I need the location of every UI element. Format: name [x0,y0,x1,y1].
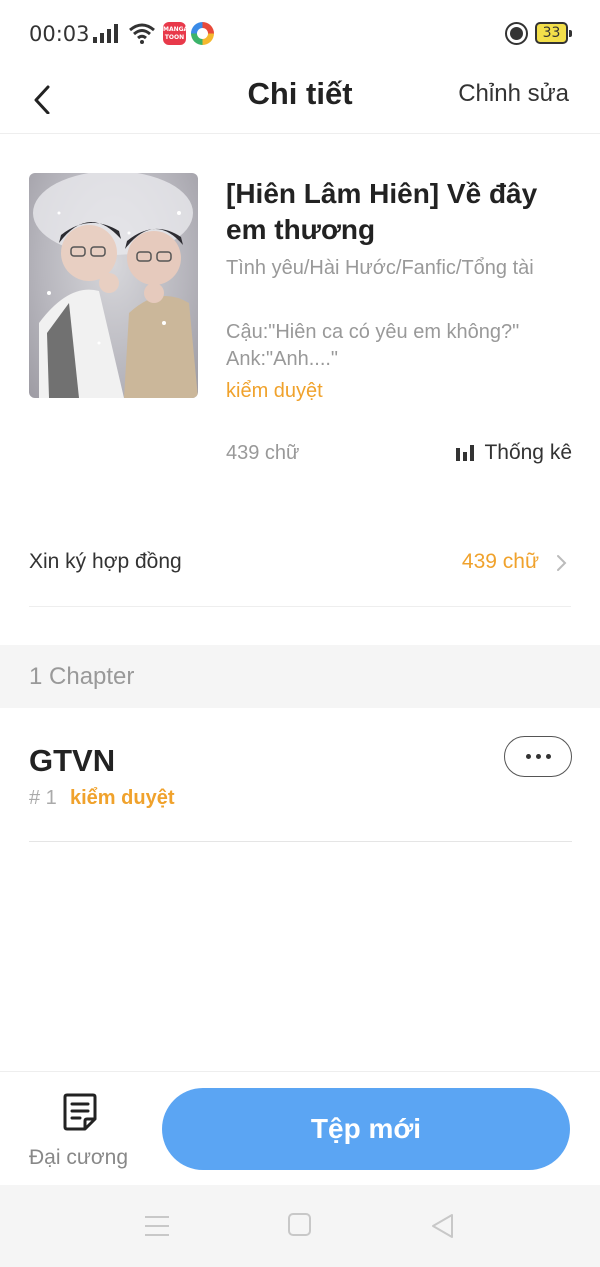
chapter-title: GTVN [29,743,116,778]
book-genres: Tình yêu/Hài Hước/Fanfic/Tổng tài [226,257,534,279]
cover-photo-illustration [33,173,198,398]
document-icon [63,1093,97,1131]
browser-app-icon [191,22,214,45]
edit-button[interactable]: Chỉnh sửa [458,80,569,108]
book-word-count: 439 chữ [226,442,300,464]
bar-chart-icon [456,445,475,461]
book-description: Cậu:"Hiên ca có yêu em không?" Ank:"Anh.… [226,321,520,370]
battery-level: 33 [542,25,561,41]
chapter-section-header: 1 Chapter [0,645,600,708]
stats-label: Thống kê [484,441,572,464]
contract-word-count: 439 chữ [461,550,539,573]
battery-icon: 33 [535,22,572,44]
chapter-count-label: 1 Chapter [29,663,135,690]
back-triangle-icon[interactable] [430,1213,456,1239]
new-file-button[interactable]: Tệp mới [162,1088,570,1170]
book-title: [Hiên Lâm Hiên] Về đây em thương [226,178,538,245]
header: Chi tiết Chỉnh sửa [0,66,600,134]
chapter-status-badge: kiểm duyệt [70,787,175,809]
mangatoon-app-icon: MANGA TOON [163,22,188,45]
book-cover-image[interactable] [29,173,198,398]
bottom-action-bar: Đại cương Tệp mới [0,1071,600,1185]
chevron-right-icon [557,555,567,571]
chapter-more-button[interactable] [504,736,572,777]
outline-label: Đại cương [29,1146,129,1169]
stats-button[interactable]: Thống kê [456,441,572,465]
wifi-icon [129,23,155,44]
home-icon[interactable] [288,1213,311,1236]
more-icon [525,754,551,759]
status-time: 00:03 [29,22,90,46]
do-not-disturb-icon [505,22,528,45]
chapter-number: # 1 [29,787,57,809]
outline-button[interactable]: Đại cương [29,1088,133,1174]
menu-icon[interactable] [145,1215,169,1237]
contract-label: Xin ký hợp đồng [29,550,182,573]
signal-icon [93,24,118,43]
status-bar: 00:03 MANGA TOON 33 [0,0,600,66]
system-navigation-bar [0,1185,600,1267]
book-status-badge: kiểm duyệt [226,380,323,402]
contract-row[interactable]: Xin ký hợp đồng 439 chữ [29,540,571,607]
chapter-list-item[interactable]: GTVN # 1 kiểm duyệt [29,708,572,842]
